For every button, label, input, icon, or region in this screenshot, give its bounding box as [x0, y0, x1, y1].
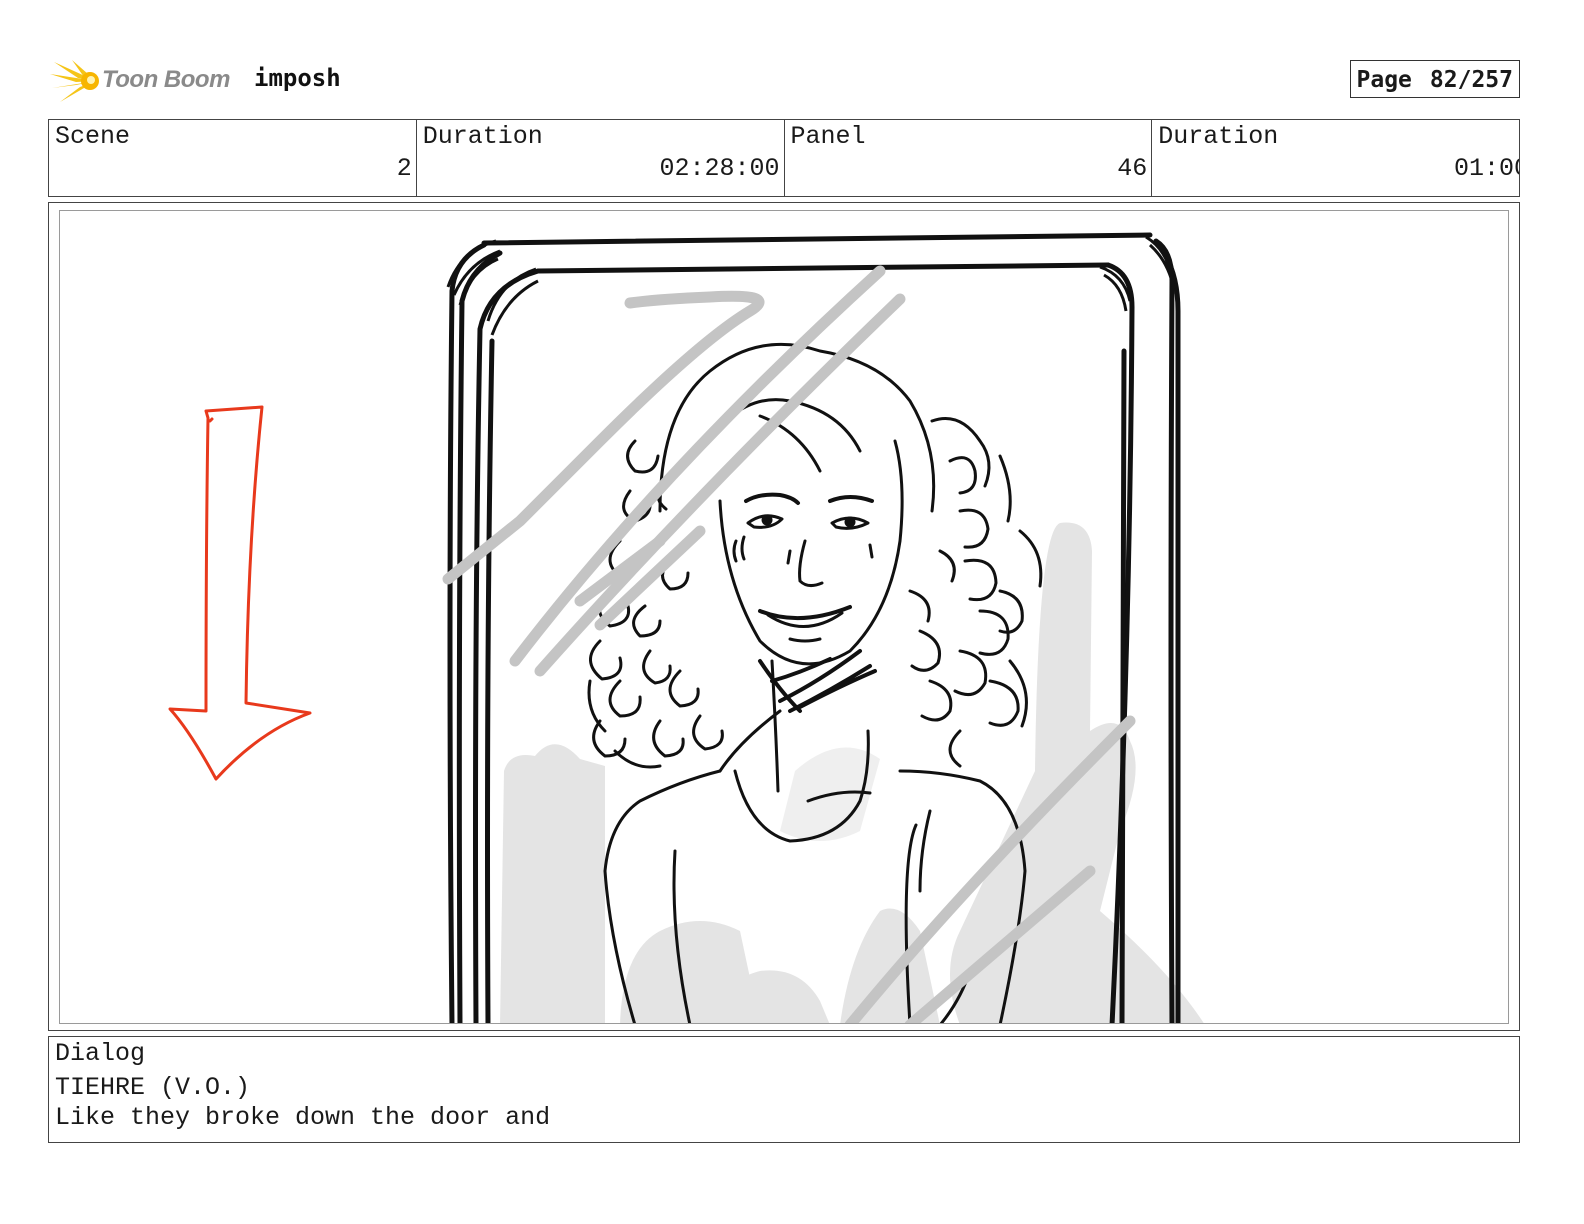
page-label: Page — [1356, 67, 1412, 93]
page-header: Toon Boom imposh Page 82/257 — [48, 52, 1520, 108]
scene-cell: Scene 2 — [49, 120, 417, 196]
frame-corner-scribbles — [446, 235, 1176, 336]
starburst-logo-icon — [50, 60, 99, 102]
scene-value: 2 — [396, 154, 412, 183]
down-arrow-icon — [168, 405, 312, 781]
dialog-box: Dialog TIEHRE (V.O.) Like they broke dow… — [48, 1036, 1520, 1143]
project-name: imposh — [254, 64, 341, 92]
storyboard-panel — [48, 202, 1520, 1031]
panel-artwork — [59, 210, 1509, 1024]
dialog-label: Dialog — [55, 1039, 146, 1068]
scene-label: Scene — [55, 122, 131, 151]
panel-duration-label: Duration — [1158, 122, 1279, 151]
panel-value: 46 — [1117, 154, 1148, 183]
panel-duration-cell: Duration 01:00 — [1152, 120, 1519, 196]
sketch-drawing — [168, 232, 1204, 1023]
panel-cell: Panel 46 — [785, 120, 1153, 196]
page-indicator: Page 82/257 — [1349, 60, 1520, 98]
panel-label: Panel — [790, 122, 866, 151]
page-number: 82/257 — [1429, 67, 1513, 93]
panel-info-row: Scene 2 Duration 02:28:00 Panel 46 Durat… — [48, 119, 1520, 197]
panel-duration-value: 01:00 — [1453, 154, 1519, 183]
dialog-character: TIEHRE (V.O.) — [55, 1073, 251, 1102]
scene-duration-cell: Duration 02:28:00 — [417, 120, 785, 196]
scene-duration-label: Duration — [422, 122, 543, 151]
logo-text: Toon Boom — [102, 66, 230, 93]
toon-boom-logo: Toon Boom — [48, 54, 248, 106]
dialog-text: Like they broke down the door and — [55, 1103, 551, 1132]
scene-duration-value: 02:28:00 — [659, 154, 780, 183]
